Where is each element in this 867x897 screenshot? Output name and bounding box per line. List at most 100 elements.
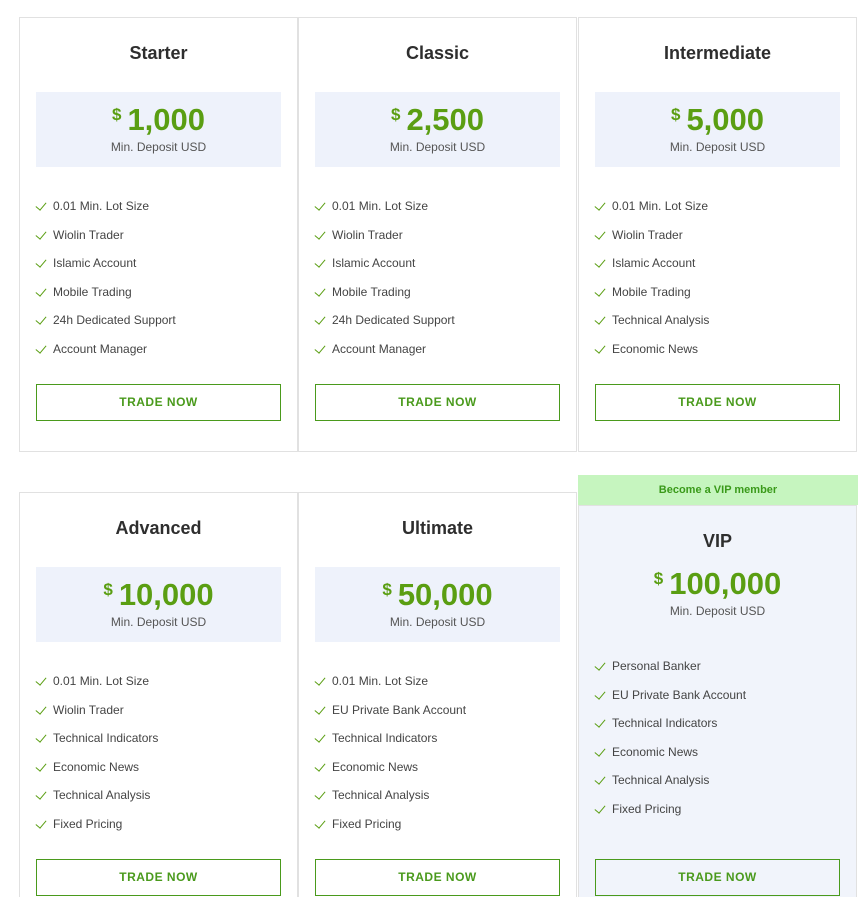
- deposit-label: Min. Deposit USD: [110, 615, 207, 629]
- feature-item: 0.01 Min. Lot Size: [314, 673, 566, 702]
- check-icon: [594, 199, 606, 211]
- currency-symbol: $: [111, 105, 122, 124]
- plan-card-advanced: Advanced $10,000 Min. Deposit USD 0.01 M…: [19, 492, 298, 897]
- plan-card-classic: Classic $2,500 Min. Deposit USD 0.01 Min…: [298, 17, 577, 452]
- feature-item: Mobile Trading: [314, 284, 566, 313]
- plan-card-vip: VIP $100,000 Min. Deposit USD Personal B…: [578, 505, 857, 897]
- feature-item: Economic News: [35, 759, 287, 788]
- feature-item: Technical Analysis: [35, 787, 287, 816]
- feature-label: Fixed Pricing: [53, 816, 123, 831]
- feature-item: Technical Analysis: [314, 787, 566, 816]
- vip-banner: Become a VIP member: [578, 475, 858, 505]
- price: $5,000: [595, 104, 840, 135]
- feature-item: Technical Indicators: [35, 730, 287, 759]
- feature-label: 0.01 Min. Lot Size: [612, 199, 709, 213]
- check-icon: [314, 674, 326, 686]
- feature-item: Economic News: [594, 341, 846, 370]
- price-box: $2,500 Min. Deposit USD: [315, 92, 560, 167]
- deposit-label: Min. Deposit USD: [669, 604, 766, 618]
- plan-title: Classic: [405, 43, 470, 63]
- feature-label: EU Private Bank Account: [332, 702, 467, 717]
- feature-label: Technical Analysis: [612, 313, 710, 328]
- check-icon: [314, 702, 326, 715]
- check-icon: [35, 702, 47, 715]
- deposit-label: Min. Deposit USD: [389, 140, 486, 154]
- check-icon: [314, 817, 326, 829]
- feature-item: Economic News: [314, 759, 566, 788]
- check-icon: [35, 760, 47, 772]
- feature-label: Economic News: [53, 759, 140, 774]
- trade-now-button[interactable]: TRADE NOW: [36, 859, 281, 896]
- feature-list: 0.01 Min. Lot Size Wiolin Trader Islamic…: [35, 198, 287, 370]
- price-amount: 1,000: [127, 102, 206, 137]
- price-amount: 50,000: [397, 577, 493, 612]
- feature-label: Technical Indicators: [612, 716, 718, 731]
- plan-card-intermediate: Intermediate $5,000 Min. Deposit USD 0.0…: [578, 17, 857, 452]
- feature-item: 24h Dedicated Support: [35, 312, 287, 341]
- feature-item: Fixed Pricing: [35, 816, 287, 845]
- check-icon: [35, 817, 47, 829]
- feature-item: Mobile Trading: [594, 284, 846, 313]
- feature-label: 0.01 Min. Lot Size: [53, 674, 150, 688]
- check-icon: [594, 256, 606, 268]
- price: $1,000: [36, 104, 281, 135]
- currency-symbol: $: [382, 580, 392, 599]
- feature-item: Technical Indicators: [594, 715, 846, 744]
- feature-item: Mobile Trading: [35, 284, 287, 313]
- feature-list: Personal Banker EU Private Bank Account …: [594, 658, 846, 830]
- check-icon: [594, 227, 606, 240]
- check-icon: [594, 342, 606, 354]
- feature-item: Wiolin Trader: [35, 702, 287, 731]
- plan-title: Starter: [129, 43, 188, 63]
- check-icon: [314, 342, 326, 354]
- price: $50,000: [315, 579, 560, 610]
- feature-item: Account Manager: [314, 341, 566, 370]
- feature-label: 24h Dedicated Support: [332, 313, 455, 328]
- feature-label: Fixed Pricing: [612, 801, 682, 816]
- feature-item: 0.01 Min. Lot Size: [314, 198, 566, 227]
- feature-item: Technical Analysis: [594, 772, 846, 801]
- check-icon: [35, 313, 47, 326]
- currency-symbol: $: [103, 580, 113, 599]
- feature-item: Wiolin Trader: [594, 227, 846, 256]
- feature-item: Account Manager: [35, 341, 287, 370]
- check-icon: [594, 773, 606, 786]
- price-amount: 5,000: [686, 102, 765, 137]
- price-box: $50,000 Min. Deposit USD: [315, 567, 560, 642]
- check-icon: [314, 313, 326, 326]
- check-icon: [35, 674, 47, 686]
- check-icon: [35, 199, 47, 211]
- feature-label: Technical Analysis: [332, 788, 430, 803]
- check-icon: [594, 745, 606, 757]
- feature-item: Fixed Pricing: [314, 816, 566, 845]
- feature-item: 0.01 Min. Lot Size: [35, 673, 287, 702]
- plan-title: Ultimate: [401, 518, 473, 538]
- plan-title: VIP: [702, 531, 732, 551]
- feature-item: 0.01 Min. Lot Size: [35, 198, 287, 227]
- feature-label: Mobile Trading: [612, 284, 691, 299]
- feature-item: EU Private Bank Account: [314, 702, 566, 731]
- check-icon: [35, 256, 47, 268]
- feature-label: 0.01 Min. Lot Size: [332, 674, 429, 688]
- feature-item: Technical Analysis: [594, 312, 846, 341]
- check-icon: [594, 659, 606, 671]
- check-icon: [314, 788, 326, 801]
- trade-now-button[interactable]: TRADE NOW: [315, 384, 560, 421]
- feature-item: Islamic Account: [35, 255, 287, 284]
- check-icon: [35, 731, 47, 743]
- feature-label: Wiolin Trader: [612, 227, 683, 242]
- feature-item: 0.01 Min. Lot Size: [594, 198, 846, 227]
- trade-now-button[interactable]: TRADE NOW: [315, 859, 560, 896]
- trade-now-button[interactable]: TRADE NOW: [595, 384, 840, 421]
- currency-symbol: $: [390, 105, 401, 124]
- trade-now-button[interactable]: TRADE NOW: [595, 859, 840, 896]
- price-box: $10,000 Min. Deposit USD: [36, 567, 281, 642]
- trade-now-button[interactable]: TRADE NOW: [36, 384, 281, 421]
- price-amount: 100,000: [669, 566, 782, 601]
- feature-item: 24h Dedicated Support: [314, 312, 566, 341]
- feature-label: Fixed Pricing: [332, 816, 402, 831]
- feature-item: Islamic Account: [594, 255, 846, 284]
- feature-label: Personal Banker: [612, 659, 701, 673]
- feature-item: Personal Banker: [594, 658, 846, 687]
- feature-list: 0.01 Min. Lot Size Wiolin Trader Islamic…: [594, 198, 846, 370]
